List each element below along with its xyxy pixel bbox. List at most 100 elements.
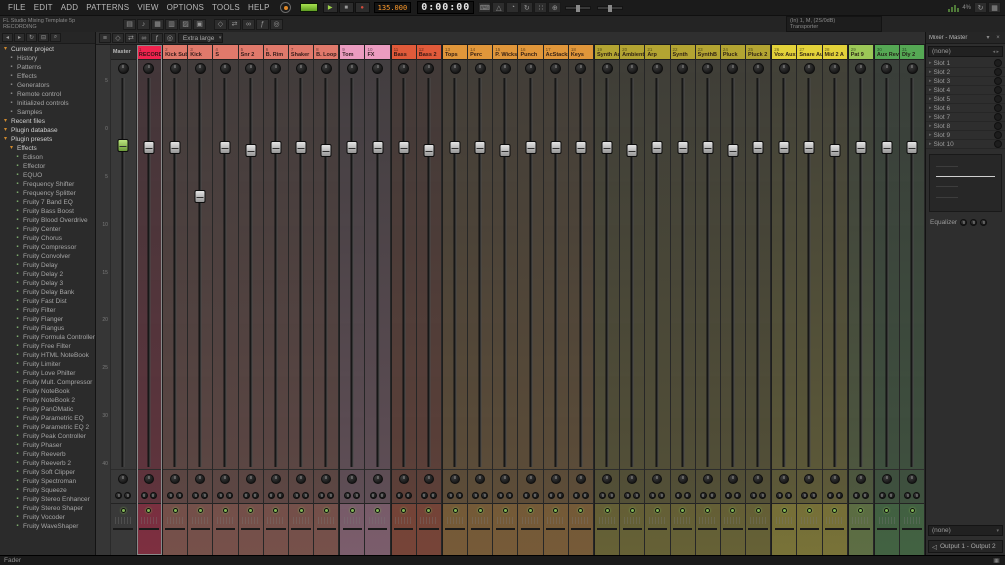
send-knob[interactable]: [750, 491, 758, 499]
stereo-separation-knob[interactable]: [677, 473, 688, 484]
browser-item[interactable]: ▪ Samples: [0, 108, 95, 117]
mixer-channel-strip[interactable]: 26 Vox Aux: [771, 45, 798, 555]
channel-header[interactable]: 28 Mid 2 A: [822, 45, 847, 60]
channel-enable-led[interactable]: [248, 508, 254, 513]
stereo-separation-knob[interactable]: [881, 473, 892, 484]
browser-item[interactable]: ▪ Fruity Parametric EQ 2: [0, 423, 95, 432]
slot-arrow-icon[interactable]: ▸: [929, 60, 932, 66]
channel-enable-led[interactable]: [222, 508, 228, 513]
footer-slider[interactable]: [571, 528, 591, 530]
send-knob[interactable]: [149, 491, 157, 499]
browser-item[interactable]: ▪ Fruity Filter: [0, 306, 95, 315]
fader-handle[interactable]: [372, 140, 384, 154]
send-knob[interactable]: [472, 491, 480, 499]
fader-handle[interactable]: [829, 144, 841, 158]
channel-enable-led[interactable]: [654, 508, 660, 513]
channel-header[interactable]: 15 P. Wicks: [493, 45, 518, 60]
send-knob[interactable]: [708, 491, 716, 499]
browser-item[interactable]: ▪ Fruity Bass Boost: [0, 207, 95, 216]
volume-fader[interactable]: [443, 76, 467, 469]
channel-enable-led[interactable]: [629, 508, 635, 513]
mixer-channel-strip[interactable]: 18 Keys: [568, 45, 594, 555]
stereo-separation-knob[interactable]: [855, 473, 866, 484]
refresh-icon[interactable]: ↻: [974, 2, 987, 13]
channel-header[interactable]: 12 Bass 2: [416, 45, 441, 60]
browser-item[interactable]: ▪ Fruity Love Philter: [0, 369, 95, 378]
eq-mid-knob[interactable]: [970, 218, 978, 226]
fader-handle[interactable]: [117, 138, 129, 152]
slot-mix-knob[interactable]: [994, 68, 1002, 76]
channel-header[interactable]: 22 Synth: [670, 45, 695, 60]
pan-knob[interactable]: [550, 62, 562, 74]
slot-mix-knob[interactable]: [994, 122, 1002, 130]
swap-icon[interactable]: ⇄: [228, 18, 241, 30]
mixer-channel-strip[interactable]: 5 Snr 2: [238, 45, 264, 555]
volume-fader[interactable]: [875, 76, 899, 469]
browser-item[interactable]: ▪ Fruity HTML NoteBook: [0, 351, 95, 360]
pan-knob[interactable]: [855, 62, 867, 74]
channel-enable-led[interactable]: [781, 508, 787, 513]
send-knob[interactable]: [327, 491, 335, 499]
volume-fader[interactable]: [468, 76, 492, 469]
channel-enable-led[interactable]: [273, 508, 279, 513]
browser-item[interactable]: ▪ Fruity NoteBook 2: [0, 396, 95, 405]
mixer-channel-strip[interactable]: 24 Pluck: [720, 45, 747, 555]
send-knob[interactable]: [115, 491, 123, 499]
send-knob[interactable]: [176, 491, 184, 499]
fader-handle[interactable]: [575, 140, 587, 154]
send-knob[interactable]: [344, 491, 352, 499]
channel-enable-led[interactable]: [401, 508, 407, 513]
send-knob[interactable]: [649, 491, 657, 499]
send-knob[interactable]: [226, 491, 234, 499]
volume-fader[interactable]: [645, 76, 669, 469]
channel-enable-led[interactable]: [553, 508, 559, 513]
effect-slot[interactable]: ▸ Slot 8: [926, 122, 1005, 131]
fader-handle[interactable]: [803, 140, 815, 154]
footer-slider[interactable]: [698, 528, 718, 530]
channel-enable-led[interactable]: [705, 508, 711, 513]
footer-slider[interactable]: [546, 528, 566, 530]
pan-knob[interactable]: [372, 62, 384, 74]
stereo-separation-knob[interactable]: [118, 473, 129, 484]
slot-mix-knob[interactable]: [994, 59, 1002, 67]
channel-rack-icon[interactable]: ▦: [151, 18, 164, 30]
fader-handle[interactable]: [270, 140, 282, 154]
master-strip[interactable]: Master: [110, 45, 137, 555]
volume-fader[interactable]: [620, 76, 644, 469]
back-icon[interactable]: ◂: [2, 33, 13, 42]
browser-item[interactable]: ▾ Effects: [0, 144, 95, 153]
stereo-separation-knob[interactable]: [702, 473, 713, 484]
channel-enable-led[interactable]: [323, 508, 329, 513]
slot-mix-knob[interactable]: [994, 140, 1002, 148]
slot-arrow-icon[interactable]: ▸: [929, 132, 932, 138]
footer-slider[interactable]: [672, 528, 693, 530]
channel-enable-led[interactable]: [172, 508, 178, 513]
pan-knob[interactable]: [626, 62, 638, 74]
send-knob[interactable]: [658, 491, 666, 499]
audio-output-selector[interactable]: ◁ Output 1 - Output 2: [928, 540, 1003, 553]
mixer-channel-strip[interactable]: 11 Bass: [390, 45, 417, 555]
play-icon[interactable]: ▶: [322, 2, 338, 13]
stereo-separation-knob[interactable]: [550, 473, 561, 484]
send-knob[interactable]: [699, 491, 707, 499]
send-knob[interactable]: [201, 491, 209, 499]
footer-slider[interactable]: [367, 528, 388, 530]
footer-slider[interactable]: [241, 528, 261, 530]
browser-item[interactable]: ▪ EQUO: [0, 171, 95, 180]
stereo-separation-knob[interactable]: [804, 473, 815, 484]
effect-slot[interactable]: ▸ Slot 1: [926, 59, 1005, 68]
footer-slider[interactable]: [215, 528, 236, 530]
effect-slot[interactable]: ▸ Slot 4: [926, 86, 1005, 95]
footer-slider[interactable]: [851, 528, 871, 530]
time-display[interactable]: 0:00:00: [417, 1, 475, 14]
volume-fader[interactable]: [746, 76, 770, 469]
channel-header[interactable]: 13 Tops: [442, 45, 468, 60]
browser-item[interactable]: ▪ Fruity Parametric EQ: [0, 414, 95, 423]
slot-mix-knob[interactable]: [994, 86, 1002, 94]
fader-handle[interactable]: [651, 140, 663, 154]
send-knob[interactable]: [124, 491, 132, 499]
swap-icon[interactable]: ⇄: [124, 33, 137, 43]
effect-slot[interactable]: ▸ Slot 2: [926, 68, 1005, 77]
send-knob[interactable]: [217, 491, 225, 499]
fader-handle[interactable]: [601, 140, 613, 154]
